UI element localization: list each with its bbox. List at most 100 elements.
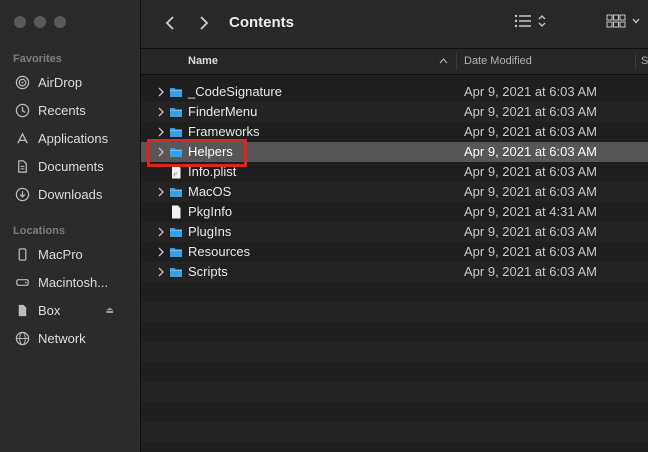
sidebar-item-label: Documents <box>38 158 104 174</box>
column-divider[interactable] <box>635 53 636 70</box>
file-list: _CodeSignature Apr 9, 2021 at 6:03 AM Find… <box>141 82 648 282</box>
sidebar-item-airdrop[interactable]: AirDrop <box>14 71 134 93</box>
sidebar-item-label: Downloads <box>38 186 103 202</box>
folder-icon <box>170 108 182 117</box>
table-row[interactable]: Resources Apr 9, 2021 at 6:03 AM <box>141 242 648 262</box>
sidebar-item-macintosh-hd[interactable]: Macintosh... <box>14 271 134 293</box>
favorites-title: Favorites <box>13 53 62 65</box>
phone-device-icon <box>14 246 30 262</box>
disclosure-triangle-icon[interactable] <box>156 124 166 140</box>
table-row[interactable]: PlugIns Apr 9, 2021 at 6:03 AM <box>141 222 648 242</box>
clock-icon <box>14 102 30 118</box>
grid-view-icon <box>606 14 626 28</box>
file-date-modified: Apr 9, 2021 at 4:31 AM <box>464 204 597 219</box>
empty-row-stripe <box>141 382 648 402</box>
main-pane: Contents Name Date Modified S _CodeSigna… <box>141 0 648 452</box>
airdrop-icon <box>14 74 30 90</box>
sidebar-item-macpro[interactable]: MacPro <box>14 243 134 265</box>
table-row[interactable]: FinderMenu Apr 9, 2021 at 6:03 AM <box>141 102 648 122</box>
sidebar-item-network[interactable]: Network <box>14 327 134 349</box>
plist-file-icon: ℘ <box>172 165 181 179</box>
sidebar-item-label: Macintosh... <box>38 274 109 290</box>
sidebar-item-label: Box <box>38 302 61 318</box>
empty-row-stripe <box>141 442 648 452</box>
minimize-window-button[interactable] <box>34 16 46 28</box>
locations-title: Locations <box>13 225 65 237</box>
column-header-name[interactable]: Name <box>188 55 218 67</box>
folder-icon <box>170 128 182 137</box>
chevron-down-icon <box>632 18 640 24</box>
file-date-modified: Apr 9, 2021 at 6:03 AM <box>464 84 597 99</box>
column-divider[interactable] <box>456 53 457 70</box>
eject-icon[interactable]: ⏏ <box>105 305 114 316</box>
sidebar-item-label: Network <box>38 330 86 346</box>
highlight-box <box>147 139 247 167</box>
empty-row-stripe <box>141 402 648 422</box>
disclosure-triangle-icon[interactable] <box>156 104 166 120</box>
folder-icon <box>170 88 182 97</box>
globe-icon <box>14 330 30 346</box>
group-button[interactable] <box>606 14 640 28</box>
file-date-modified: Apr 9, 2021 at 6:03 AM <box>464 244 597 259</box>
sidebar-item-documents[interactable]: Documents <box>14 155 134 177</box>
file-name: PkgInfo <box>188 204 233 219</box>
file-name: Resources <box>188 244 251 259</box>
column-header-date[interactable]: Date Modified <box>464 55 532 67</box>
empty-row-stripe <box>141 362 648 382</box>
table-row[interactable]: MacOS Apr 9, 2021 at 6:03 AM <box>141 182 648 202</box>
file-name: Frameworks <box>188 124 260 139</box>
sidebar-item-label: MacPro <box>38 246 83 262</box>
list-view-icon <box>514 14 531 28</box>
file-list-empty <box>141 282 648 452</box>
sidebar-item-box[interactable]: Box ⏏ <box>14 299 134 321</box>
empty-row-stripe <box>141 322 648 342</box>
file-name: FinderMenu <box>188 104 258 119</box>
list-view-button[interactable] <box>514 14 546 28</box>
file-date-modified: Apr 9, 2021 at 6:03 AM <box>464 164 597 179</box>
download-icon <box>14 186 30 202</box>
chevron-right-icon <box>200 16 209 30</box>
close-window-button[interactable] <box>14 16 26 28</box>
empty-row-stripe <box>141 302 648 322</box>
chevron-updown-icon <box>538 15 546 27</box>
sidebar-item-label: AirDrop <box>38 74 83 90</box>
disclosure-triangle-icon[interactable] <box>156 224 166 240</box>
applications-icon <box>14 130 30 146</box>
column-header-size[interactable]: S <box>641 55 648 67</box>
window-title: Contents <box>229 14 294 31</box>
folder-icon <box>170 188 182 197</box>
disclosure-triangle-icon[interactable] <box>156 244 166 260</box>
file-name: Scripts <box>188 264 228 279</box>
sidebar-item-label: Applications <box>38 130 109 146</box>
column-header: Name Date Modified S <box>141 49 648 75</box>
file-date-modified: Apr 9, 2021 at 6:03 AM <box>464 224 597 239</box>
toolbar: Contents <box>141 0 648 49</box>
table-row[interactable]: Scripts Apr 9, 2021 at 6:03 AM <box>141 262 648 282</box>
table-row[interactable]: PkgInfo Apr 9, 2021 at 4:31 AM <box>141 202 648 222</box>
folder-icon <box>170 268 182 277</box>
folder-icon <box>170 228 182 237</box>
disclosure-triangle-icon[interactable] <box>156 84 166 100</box>
file-date-modified: Apr 9, 2021 at 6:03 AM <box>464 144 597 159</box>
disclosure-triangle-icon[interactable] <box>156 264 166 280</box>
hard-drive-icon <box>14 274 30 290</box>
file-date-modified: Apr 9, 2021 at 6:03 AM <box>464 104 597 119</box>
table-row[interactable]: _CodeSignature Apr 9, 2021 at 6:03 AM <box>141 82 648 102</box>
sidebar-item-applications[interactable]: Applications <box>14 127 134 149</box>
empty-row-stripe <box>141 282 648 302</box>
sidebar-item-downloads[interactable]: Downloads <box>14 183 134 205</box>
document-icon <box>14 158 30 174</box>
empty-row-stripe <box>141 422 648 442</box>
zoom-window-button[interactable] <box>54 16 66 28</box>
chevron-left-icon <box>165 16 174 30</box>
file-date-modified: Apr 9, 2021 at 6:03 AM <box>464 124 597 139</box>
disclosure-triangle-icon[interactable] <box>156 184 166 200</box>
file-date-modified: Apr 9, 2021 at 6:03 AM <box>464 184 597 199</box>
window-controls <box>14 16 66 28</box>
sidebar-item-recents[interactable]: Recents <box>14 99 134 121</box>
forward-button[interactable] <box>194 13 214 33</box>
folder-icon <box>170 248 182 257</box>
sidebar-item-label: Recents <box>38 102 86 118</box>
svg-text:℘: ℘ <box>173 170 177 177</box>
back-button[interactable] <box>160 13 180 33</box>
